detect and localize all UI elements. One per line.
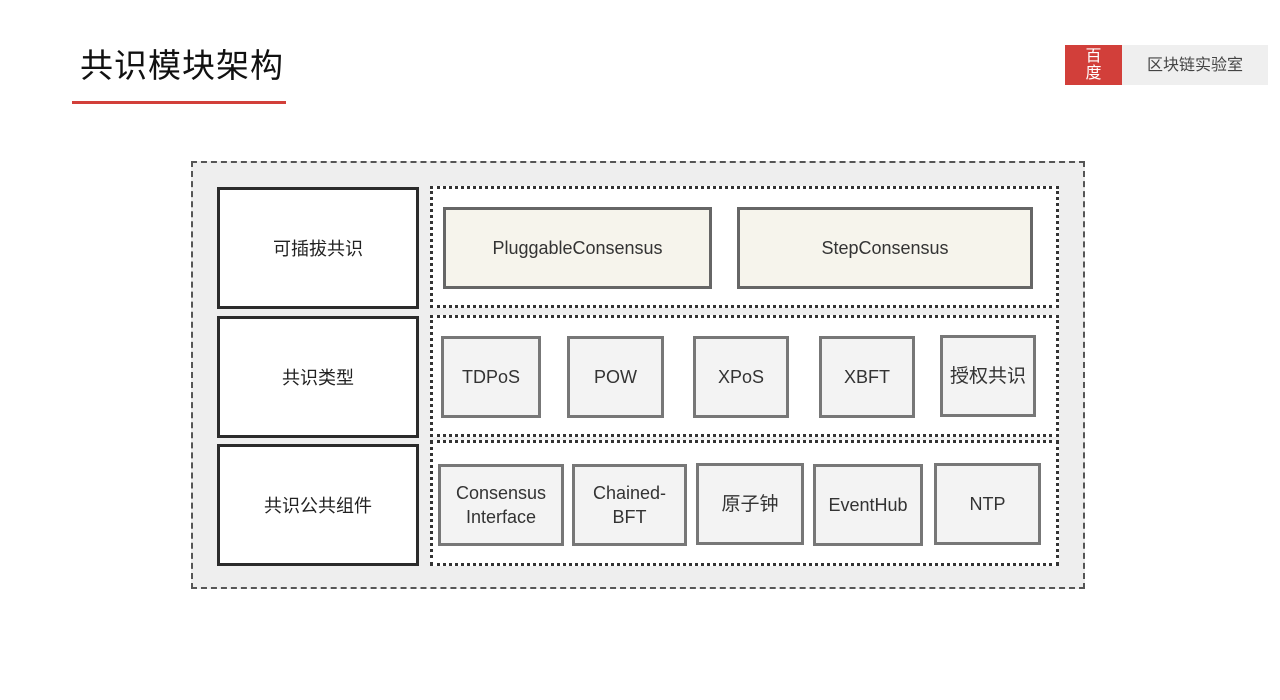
component-chained-bft-line1: Chained-: [592, 483, 667, 503]
component-eventhub: EventHub: [813, 464, 923, 546]
component-step-consensus: StepConsensus: [737, 207, 1033, 289]
component-atomic-clock: 原子钟: [696, 463, 804, 545]
logo-char-1: 百: [1085, 46, 1102, 65]
title-underline: [72, 101, 286, 104]
component-consensus-interface-line1: Consensus: [455, 483, 547, 503]
component-chained-bft: Chained- BFT: [572, 464, 687, 546]
consensus-type-xbft: XBFT: [819, 336, 915, 418]
consensus-type-tdpos: TDPoS: [441, 336, 541, 418]
consensus-type-xpos: XPoS: [693, 336, 789, 418]
row-label-common: 共识公共组件: [217, 444, 419, 566]
row-label-types: 共识类型: [217, 316, 419, 438]
component-consensus-interface: Consensus Interface: [438, 464, 564, 546]
component-chained-bft-line2: BFT: [612, 507, 647, 527]
consensus-type-pow: POW: [567, 336, 664, 418]
component-pluggable-consensus: PluggableConsensus: [443, 207, 712, 289]
logo-char-2: 度: [1085, 63, 1102, 82]
component-consensus-interface-line2: Interface: [465, 507, 537, 527]
row-label-pluggable: 可插拔共识: [217, 187, 419, 309]
lab-name: 区块链实验室: [1122, 45, 1268, 85]
component-ntp: NTP: [934, 463, 1041, 545]
page-title: 共识模块架构: [80, 46, 284, 85]
consensus-type-authorized: 授权共识: [940, 335, 1036, 417]
baidu-logo-icon: 百 度: [1065, 45, 1122, 85]
